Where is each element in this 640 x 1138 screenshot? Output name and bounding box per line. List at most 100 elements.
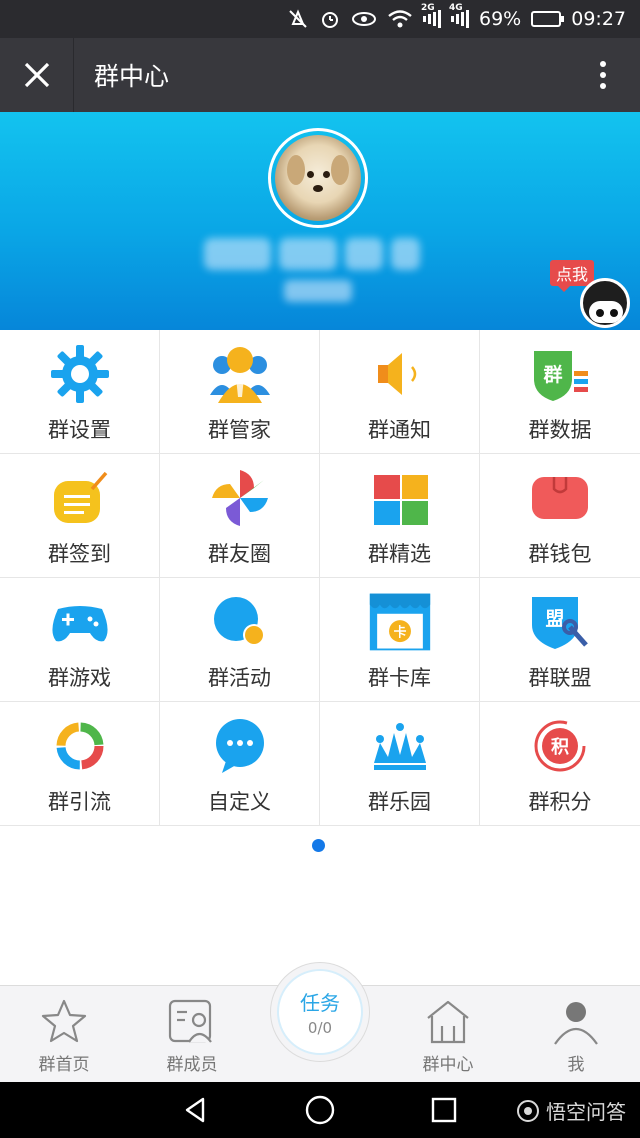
grid-label: 群乐园 xyxy=(368,790,431,814)
alliance-icon: 盟 xyxy=(528,590,592,654)
house-icon xyxy=(423,998,473,1046)
home-circle-icon xyxy=(305,1095,335,1125)
butler-icon xyxy=(208,342,272,406)
card-store-icon: 卡 xyxy=(368,590,432,654)
function-grid: 群设置 群管家 群通知 群 群数据 群签到 群友圈 群精选 群钱包 群游戏 群活… xyxy=(0,330,640,827)
pinwheel-icon xyxy=(208,466,272,530)
close-button[interactable] xyxy=(0,38,74,112)
watermark-text: 悟空问答 xyxy=(546,1100,626,1124)
network-4g-label: 4G xyxy=(449,3,463,13)
battery-icon xyxy=(531,7,565,31)
alliance-glyph: 盟 xyxy=(545,608,564,630)
tab-label: 群中心 xyxy=(422,1055,474,1075)
gamepad-icon xyxy=(48,590,112,654)
grid-label: 群积分 xyxy=(528,790,592,814)
grid-item-settings[interactable]: 群设置 xyxy=(0,330,160,454)
clock: 09:27 xyxy=(571,8,626,30)
grid-item-points[interactable]: 积 群积分 xyxy=(480,702,640,826)
bottom-tab-bar: 群首页 群成员 任务 0/0 群中心 我 xyxy=(0,962,640,1083)
group-avatar[interactable] xyxy=(268,128,368,228)
grid-item-traffic[interactable]: 群引流 xyxy=(0,702,160,826)
data-icon: 群 xyxy=(528,342,592,406)
grid-item-alliance[interactable]: 盟 群联盟 xyxy=(480,578,640,702)
card-store-glyph: 卡 xyxy=(393,625,406,641)
tab-label: 群首页 xyxy=(38,1055,90,1075)
group-banner: 点我 xyxy=(0,112,640,330)
grid-label: 群卡库 xyxy=(368,666,431,690)
person-icon xyxy=(551,998,601,1046)
grid-label: 群通知 xyxy=(368,418,431,442)
recents-button[interactable] xyxy=(414,1092,474,1128)
grid-item-paradise[interactable]: 群乐园 xyxy=(320,702,480,826)
points-glyph: 积 xyxy=(551,737,569,758)
star-icon xyxy=(39,998,89,1046)
grid-item-moments[interactable]: 群友圈 xyxy=(160,454,320,578)
watermark: 悟空问答 xyxy=(516,1096,626,1125)
eye-icon xyxy=(351,7,377,31)
wallet-icon xyxy=(528,466,592,530)
grid-label: 群设置 xyxy=(48,418,111,442)
tab-label: 群成员 xyxy=(166,1055,218,1075)
task-button-ring: 任务 0/0 xyxy=(270,962,370,1062)
grid-label: 群活动 xyxy=(208,666,271,690)
ring-icon xyxy=(48,714,112,778)
grid-label: 群精选 xyxy=(368,542,431,566)
back-icon xyxy=(185,1097,205,1123)
network-2g-label: 2G xyxy=(421,3,435,13)
gear-icon xyxy=(48,342,112,406)
task-title: 任务 xyxy=(300,991,340,1015)
grid-item-wallet[interactable]: 群钱包 xyxy=(480,454,640,578)
mute-icon xyxy=(287,7,309,31)
tab-label: 我 xyxy=(567,1055,585,1075)
task-button[interactable]: 任务 0/0 xyxy=(277,969,363,1055)
speaker-icon xyxy=(368,342,432,406)
crown-icon xyxy=(368,714,432,778)
grid-item-card-store[interactable]: 卡 群卡库 xyxy=(320,578,480,702)
grid-label: 群游戏 xyxy=(48,666,111,690)
close-icon xyxy=(24,62,49,88)
grid-label: 群数据 xyxy=(528,418,592,442)
grid-item-notice[interactable]: 群通知 xyxy=(320,330,480,454)
grid-item-activities[interactable]: 群活动 xyxy=(160,578,320,702)
signal-4g-icon: 4G xyxy=(449,3,469,31)
tab-members[interactable]: 群成员 xyxy=(128,986,256,1083)
grid-label: 群签到 xyxy=(48,542,111,566)
page-title: 群中心 xyxy=(94,62,170,91)
grid-label: 群联盟 xyxy=(528,666,592,690)
signal-2g-icon: 2G xyxy=(421,3,441,31)
alarm-icon xyxy=(319,7,341,31)
tab-center[interactable]: 群中心 xyxy=(384,986,512,1083)
battery-percent: 69% xyxy=(479,8,522,30)
tiles-icon xyxy=(368,466,432,530)
grid-item-data[interactable]: 群 群数据 xyxy=(480,330,640,454)
grid-label: 自定义 xyxy=(208,790,271,814)
grid-item-featured[interactable]: 群精选 xyxy=(320,454,480,578)
recents-square-icon xyxy=(431,1097,457,1123)
page-indicator-dot[interactable] xyxy=(312,839,325,852)
puppy-avatar-image xyxy=(275,135,361,221)
app-header: 群中心 xyxy=(0,38,640,112)
checkin-icon xyxy=(48,466,112,530)
members-icon xyxy=(167,998,217,1046)
back-button[interactable] xyxy=(166,1092,226,1128)
tab-me[interactable]: 我 xyxy=(512,986,640,1083)
grid-item-butler[interactable]: 群管家 xyxy=(160,330,320,454)
mascot-avatar[interactable] xyxy=(580,278,630,328)
activity-icon xyxy=(208,590,272,654)
wifi-icon xyxy=(387,7,413,31)
blurred-group-name xyxy=(204,238,420,270)
home-button[interactable] xyxy=(290,1092,350,1128)
more-menu-button[interactable] xyxy=(584,56,622,94)
grid-label: 群管家 xyxy=(208,418,271,442)
grid-item-checkin[interactable]: 群签到 xyxy=(0,454,160,578)
grid-label: 群友圈 xyxy=(208,542,271,566)
system-nav-bar: 悟空问答 xyxy=(0,1082,640,1138)
grid-item-games[interactable]: 群游戏 xyxy=(0,578,160,702)
tab-home[interactable]: 群首页 xyxy=(0,986,128,1083)
grid-label: 群钱包 xyxy=(528,542,592,566)
tap-me-badge[interactable]: 点我 xyxy=(550,260,594,292)
task-progress: 0/0 xyxy=(307,1019,333,1037)
grid-item-custom[interactable]: 自定义 xyxy=(160,702,320,826)
points-icon: 积 xyxy=(528,714,592,778)
status-bar: 2G 4G 69% 09:27 xyxy=(0,0,640,38)
